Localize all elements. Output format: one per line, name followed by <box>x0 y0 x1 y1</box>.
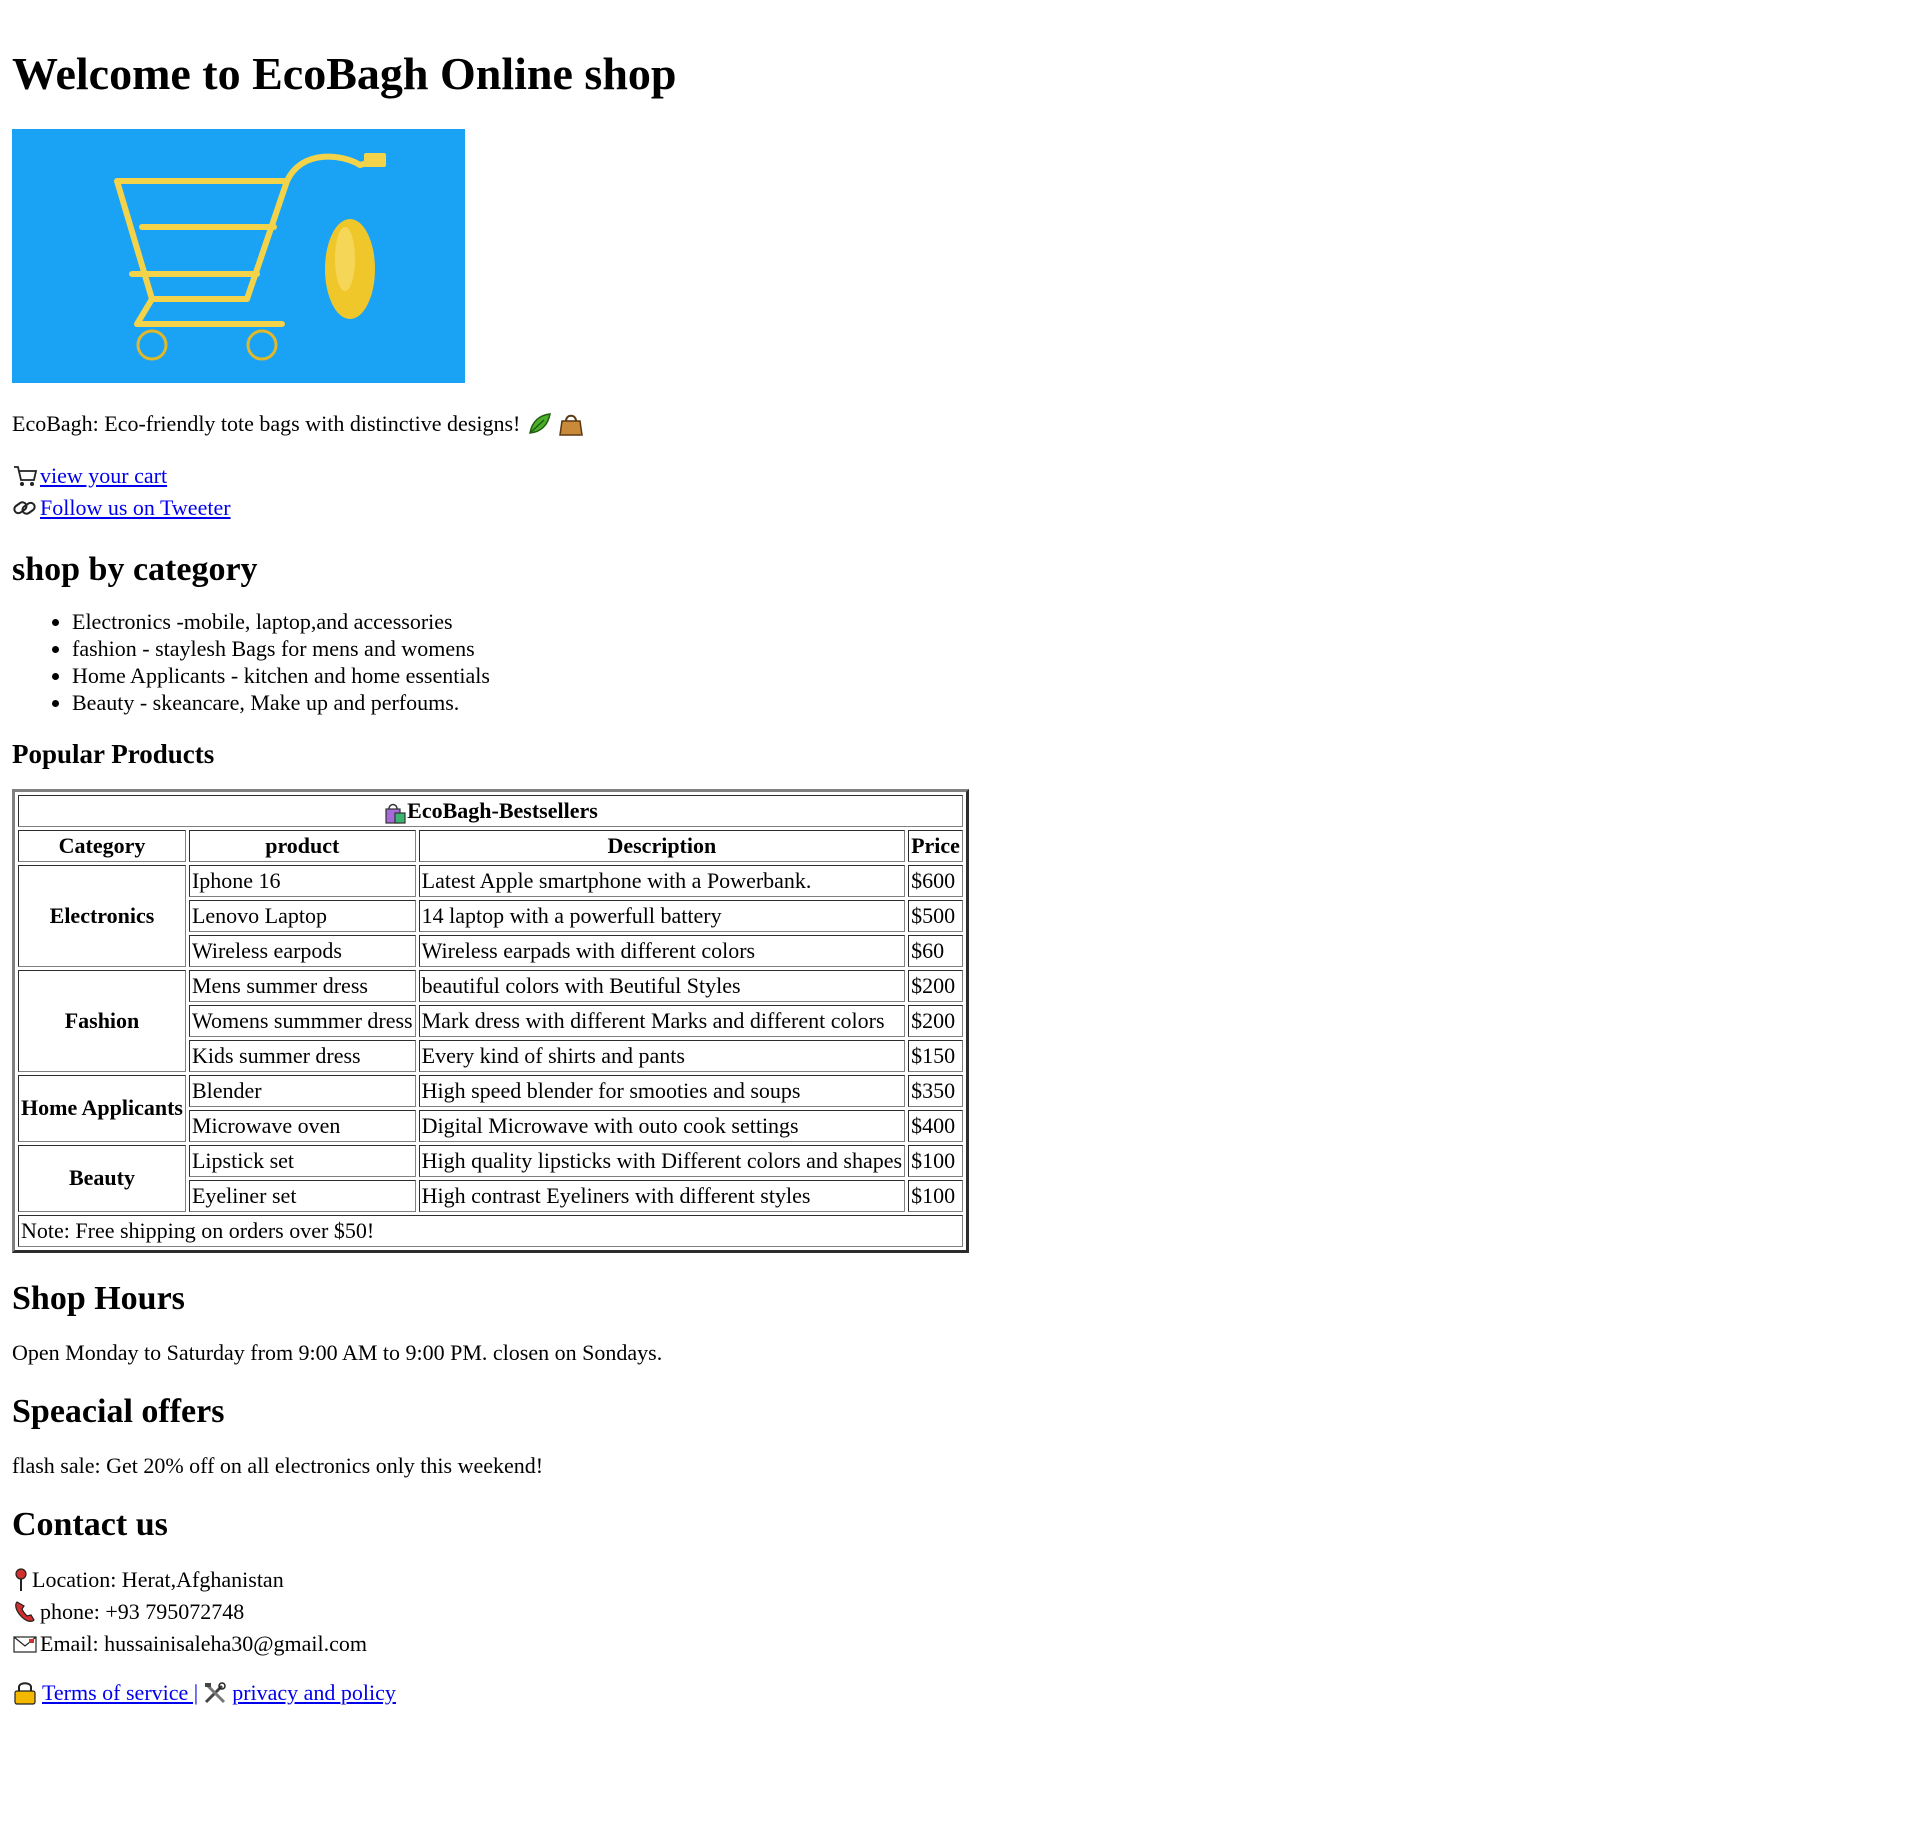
tagline: EcoBagh: Eco-friendly tote bags with dis… <box>12 411 1908 437</box>
table-row: Beauty Lipstick set High quality lipstic… <box>18 1144 963 1212</box>
product-cell: Lenovo Laptop <box>188 899 416 932</box>
quick-links: view your cart Follow us on Tweeter <box>12 460 1908 524</box>
page: Welcome to EcoBagh Online shop EcoBagh: … <box>0 0 1920 1714</box>
price-cell: $400 <box>908 1109 963 1142</box>
price-cell: $100 <box>908 1179 963 1212</box>
handbag-icon <box>559 415 584 437</box>
list-item: fashion - staylesh Bags for mens and wom… <box>72 635 1908 662</box>
pin-icon <box>15 1568 27 1591</box>
hours-heading: Shop Hours <box>12 1279 185 1317</box>
description-cell: Wireless earpads with different colors <box>418 934 906 967</box>
phone-icon <box>15 1601 35 1622</box>
product-cell: Kids summer dress <box>188 1039 416 1072</box>
category-cell: Electronics <box>18 864 186 967</box>
categories-heading: shop by category <box>12 550 258 588</box>
contact-location: Location: Herat,Afghanistan <box>12 1564 1908 1596</box>
price-cell: $350 <box>908 1074 963 1107</box>
table-title-cell: EcoBagh-Bestsellers <box>18 794 963 827</box>
product-cell: Iphone 16 <box>188 864 416 897</box>
shipping-note: Note: Free shipping on orders over $50! <box>18 1214 963 1247</box>
table-row: Fashion Mens summer dress beautiful colo… <box>18 969 963 1072</box>
email-text: Email: hussainisaleha30@gmail.com <box>40 1630 367 1656</box>
footer-links: Terms of service | privacy and policy <box>12 1680 1908 1706</box>
cart-icon <box>14 465 38 486</box>
product-cell: Wireless earpods <box>188 934 416 967</box>
price-cell: $200 <box>908 1004 963 1037</box>
product-cell: Lipstick set <box>188 1144 416 1177</box>
link-icon <box>13 500 36 515</box>
contact-email: Email: hussainisaleha30@gmail.com <box>12 1628 1908 1660</box>
table-title-row: EcoBagh-Bestsellers <box>18 794 963 827</box>
contact-phone: phone: +93 795072748 <box>12 1596 1908 1628</box>
description-cell: Latest Apple smartphone with a Powerbank… <box>418 864 906 897</box>
column-header: Description <box>418 829 906 862</box>
category-cell: Beauty <box>18 1144 186 1212</box>
description-cell: Every kind of shirts and pants <box>418 1039 906 1072</box>
envelope-icon <box>13 1636 37 1653</box>
table-row: Home Applicants Blender High speed blend… <box>18 1074 963 1142</box>
column-header: Category <box>18 829 186 862</box>
price-cell: $60 <box>908 934 963 967</box>
table-header-row: Category product Description Price <box>18 829 963 862</box>
offers-heading: Speacial offers <box>12 1392 225 1430</box>
description-cell: High contrast Eyeliners with different s… <box>418 1179 906 1212</box>
category-cell: Home Applicants <box>18 1074 186 1142</box>
hours-text: Open Monday to Saturday from 9:00 AM to … <box>12 1339 663 1365</box>
shopping-bags-icon <box>385 803 406 824</box>
price-cell: $100 <box>908 1144 963 1177</box>
tweeter-link-row: Follow us on Tweeter <box>12 492 1908 524</box>
follow-tweeter-link[interactable]: Follow us on Tweeter <box>40 492 231 524</box>
table-note-row: Note: Free shipping on orders over $50! <box>18 1214 963 1247</box>
cart-link-row: view your cart <box>12 460 1908 492</box>
contact-heading: Contact us <box>12 1506 168 1544</box>
description-cell: beautiful colors with Beutiful Styles <box>418 969 906 1002</box>
page-title: Welcome to EcoBagh Online shop <box>12 48 677 99</box>
list-item: Home Applicants - kitchen and home essen… <box>72 662 1908 689</box>
description-cell: High quality lipsticks with Different co… <box>418 1144 906 1177</box>
category-list: Electronics -mobile, laptop,and accessor… <box>12 608 1908 716</box>
products-heading: Popular Products <box>12 739 215 770</box>
product-cell: Blender <box>188 1074 416 1107</box>
price-cell: $150 <box>908 1039 963 1072</box>
terms-link[interactable]: Terms of service | <box>42 1680 198 1706</box>
price-cell: $500 <box>908 899 963 932</box>
privacy-link[interactable]: privacy and policy <box>232 1680 396 1706</box>
tools-icon <box>205 1682 226 1703</box>
tagline-text: EcoBagh: Eco-friendly tote bags with dis… <box>12 411 521 437</box>
hero-image <box>12 129 465 384</box>
description-cell: Digital Microwave with outo cook setting… <box>418 1109 906 1142</box>
location-text: Location: Herat,Afghanistan <box>32 1566 284 1592</box>
phone-text: phone: +93 795072748 <box>40 1598 245 1624</box>
product-cell: Microwave oven <box>188 1109 416 1142</box>
lock-icon <box>14 1682 36 1705</box>
price-cell: $600 <box>908 864 963 897</box>
list-item: Electronics -mobile, laptop,and accessor… <box>72 608 1908 635</box>
description-cell: Mark dress with different Marks and diff… <box>418 1004 906 1037</box>
product-cell: Mens summer dress <box>188 969 416 1002</box>
view-cart-link[interactable]: view your cart <box>40 460 167 492</box>
column-header: product <box>188 829 416 862</box>
category-cell: Fashion <box>18 969 186 1072</box>
description-cell: High speed blender for smooties and soup… <box>418 1074 906 1107</box>
price-cell: $200 <box>908 969 963 1002</box>
table-title: EcoBagh-Bestsellers <box>407 797 598 823</box>
list-item: Beauty - skeancare, Make up and perfoums… <box>72 689 1908 716</box>
product-cell: Eyeliner set <box>188 1179 416 1212</box>
product-cell: Womens summmer dress <box>188 1004 416 1037</box>
leaf-icon <box>529 413 552 435</box>
contact-block: Location: Herat,Afghanistan phone: +93 7… <box>12 1564 1908 1660</box>
column-header: Price <box>908 829 963 862</box>
table-row: Electronics Iphone 16 Latest Apple smart… <box>18 864 963 967</box>
offers-text: flash sale: Get 20% off on all electroni… <box>12 1452 544 1478</box>
description-cell: 14 laptop with a powerfull battery <box>418 899 906 932</box>
products-table: EcoBagh-Bestsellers Category product Des… <box>12 788 969 1253</box>
